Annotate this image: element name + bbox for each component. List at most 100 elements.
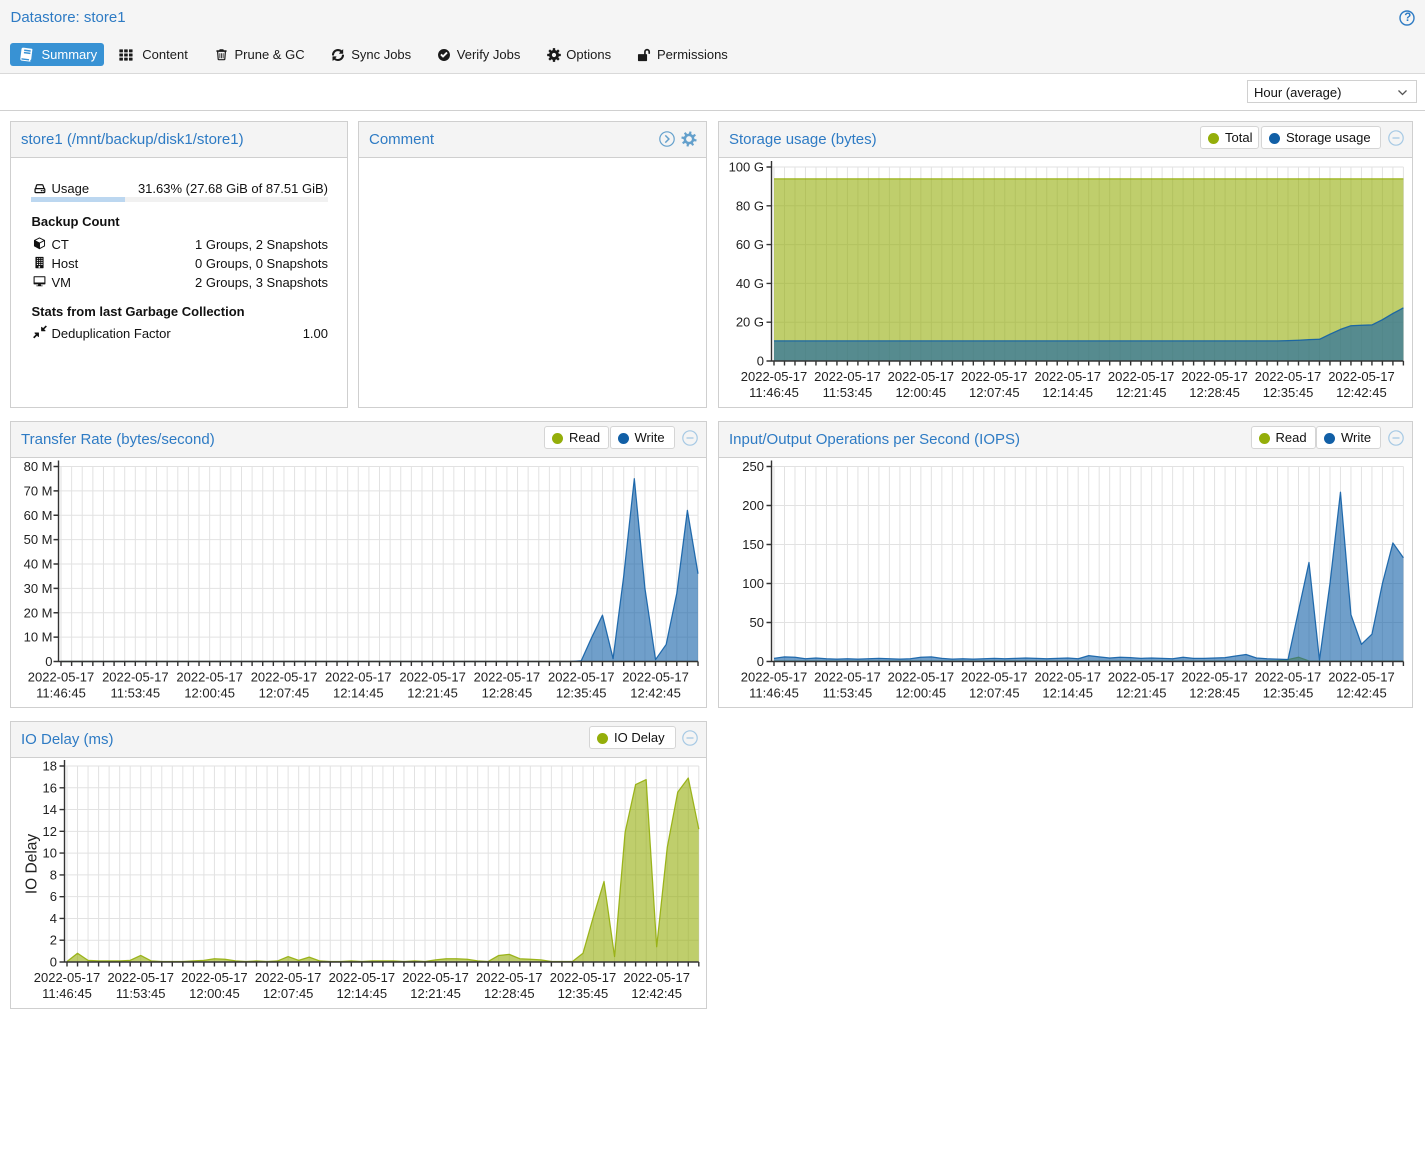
svg-text:12:14:45: 12:14:45	[1042, 686, 1093, 701]
svg-text:IO Delay: IO Delay	[24, 834, 41, 895]
svg-text:60 M: 60 M	[24, 508, 53, 523]
svg-text:12:28:45: 12:28:45	[1189, 686, 1240, 701]
svg-text:70 M: 70 M	[24, 483, 53, 498]
svg-text:2022-05-17: 2022-05-17	[1255, 369, 1322, 384]
svg-text:200: 200	[742, 498, 764, 513]
svg-text:11:46:45: 11:46:45	[42, 986, 92, 1001]
svg-text:20 M: 20 M	[24, 605, 53, 620]
svg-text:18: 18	[43, 759, 57, 774]
svg-text:2022-05-17: 2022-05-17	[34, 970, 101, 985]
svg-text:50: 50	[750, 615, 764, 630]
svg-text:16: 16	[43, 780, 57, 795]
svg-text:8: 8	[50, 867, 57, 882]
svg-text:11:53:45: 11:53:45	[823, 385, 873, 400]
svg-text:2022-05-17: 2022-05-17	[888, 369, 955, 384]
svg-text:12:21:45: 12:21:45	[1116, 686, 1167, 701]
svg-text:100: 100	[742, 576, 764, 591]
svg-text:2022-05-17: 2022-05-17	[1255, 670, 1322, 685]
svg-text:12:21:45: 12:21:45	[410, 986, 461, 1001]
svg-text:2022-05-17: 2022-05-17	[476, 970, 543, 985]
svg-text:250: 250	[742, 459, 764, 474]
svg-text:0: 0	[757, 654, 764, 669]
svg-text:2022-05-17: 2022-05-17	[814, 369, 881, 384]
svg-text:2022-05-17: 2022-05-17	[550, 970, 617, 985]
svg-text:2022-05-17: 2022-05-17	[28, 670, 95, 685]
svg-text:12:35:45: 12:35:45	[558, 986, 609, 1001]
svg-text:2022-05-17: 2022-05-17	[1034, 670, 1101, 685]
svg-text:12:14:45: 12:14:45	[333, 686, 384, 701]
svg-text:2022-05-17: 2022-05-17	[107, 970, 174, 985]
svg-text:6: 6	[50, 889, 57, 904]
svg-text:12:07:45: 12:07:45	[263, 986, 314, 1001]
svg-text:2022-05-17: 2022-05-17	[325, 670, 392, 685]
svg-text:2022-05-17: 2022-05-17	[961, 670, 1028, 685]
svg-text:12:35:45: 12:35:45	[1263, 686, 1314, 701]
svg-text:12:42:45: 12:42:45	[1336, 686, 1387, 701]
svg-text:150: 150	[742, 537, 764, 552]
svg-text:10 M: 10 M	[24, 630, 53, 645]
svg-text:2022-05-17: 2022-05-17	[176, 670, 243, 685]
svg-text:12:42:45: 12:42:45	[630, 686, 681, 701]
svg-text:12:07:45: 12:07:45	[969, 686, 1020, 701]
svg-text:30 M: 30 M	[24, 581, 53, 596]
svg-text:2022-05-17: 2022-05-17	[961, 369, 1028, 384]
svg-text:2022-05-17: 2022-05-17	[888, 670, 955, 685]
svg-text:11:46:45: 11:46:45	[749, 686, 799, 701]
svg-text:2022-05-17: 2022-05-17	[102, 670, 169, 685]
svg-text:2022-05-17: 2022-05-17	[402, 970, 469, 985]
svg-text:12:35:45: 12:35:45	[1263, 385, 1314, 400]
svg-text:12:42:45: 12:42:45	[631, 986, 682, 1001]
svg-text:2022-05-17: 2022-05-17	[474, 670, 541, 685]
svg-text:60 G: 60 G	[736, 237, 764, 252]
svg-text:12: 12	[43, 824, 57, 839]
svg-text:12:00:45: 12:00:45	[184, 686, 235, 701]
svg-text:12:42:45: 12:42:45	[1336, 385, 1387, 400]
svg-text:100 G: 100 G	[729, 160, 764, 175]
svg-text:2022-05-17: 2022-05-17	[814, 670, 881, 685]
svg-text:12:00:45: 12:00:45	[896, 385, 947, 400]
svg-text:12:28:45: 12:28:45	[1189, 385, 1240, 400]
svg-text:2022-05-17: 2022-05-17	[623, 970, 690, 985]
svg-text:80 G: 80 G	[736, 198, 764, 213]
svg-text:11:53:45: 11:53:45	[116, 986, 166, 1001]
svg-text:40 G: 40 G	[736, 276, 764, 291]
svg-text:2022-05-17: 2022-05-17	[1034, 369, 1101, 384]
svg-text:12:00:45: 12:00:45	[896, 686, 947, 701]
svg-text:2022-05-17: 2022-05-17	[251, 670, 318, 685]
svg-text:12:14:45: 12:14:45	[337, 986, 388, 1001]
svg-text:2022-05-17: 2022-05-17	[329, 970, 396, 985]
svg-text:12:00:45: 12:00:45	[189, 986, 240, 1001]
svg-text:11:53:45: 11:53:45	[823, 686, 873, 701]
svg-text:12:07:45: 12:07:45	[969, 385, 1020, 400]
svg-text:0: 0	[50, 955, 57, 970]
svg-text:0: 0	[45, 654, 52, 669]
svg-text:2022-05-17: 2022-05-17	[1108, 670, 1175, 685]
svg-text:10: 10	[43, 846, 57, 861]
svg-text:2022-05-17: 2022-05-17	[255, 970, 322, 985]
svg-text:2022-05-17: 2022-05-17	[622, 670, 689, 685]
svg-text:2022-05-17: 2022-05-17	[1328, 369, 1395, 384]
svg-text:12:07:45: 12:07:45	[259, 686, 310, 701]
svg-text:12:14:45: 12:14:45	[1042, 385, 1093, 400]
svg-text:2022-05-17: 2022-05-17	[741, 369, 808, 384]
svg-text:2022-05-17: 2022-05-17	[1108, 369, 1175, 384]
svg-text:40 M: 40 M	[24, 557, 53, 572]
svg-text:12:28:45: 12:28:45	[484, 986, 535, 1001]
svg-text:12:35:45: 12:35:45	[556, 686, 607, 701]
svg-text:12:21:45: 12:21:45	[407, 686, 458, 701]
svg-text:2022-05-17: 2022-05-17	[399, 670, 466, 685]
svg-text:11:53:45: 11:53:45	[110, 686, 160, 701]
svg-text:2: 2	[50, 933, 57, 948]
svg-text:50 M: 50 M	[24, 532, 53, 547]
svg-text:2022-05-17: 2022-05-17	[1328, 670, 1395, 685]
svg-text:12:21:45: 12:21:45	[1116, 385, 1167, 400]
svg-text:11:46:45: 11:46:45	[36, 686, 86, 701]
svg-text:4: 4	[50, 911, 57, 926]
svg-text:2022-05-17: 2022-05-17	[1181, 670, 1248, 685]
svg-text:14: 14	[43, 802, 57, 817]
svg-text:12:28:45: 12:28:45	[482, 686, 533, 701]
svg-text:2022-05-17: 2022-05-17	[548, 670, 615, 685]
svg-text:2022-05-17: 2022-05-17	[741, 670, 808, 685]
svg-text:20 G: 20 G	[736, 315, 764, 330]
svg-text:80 M: 80 M	[24, 459, 53, 474]
